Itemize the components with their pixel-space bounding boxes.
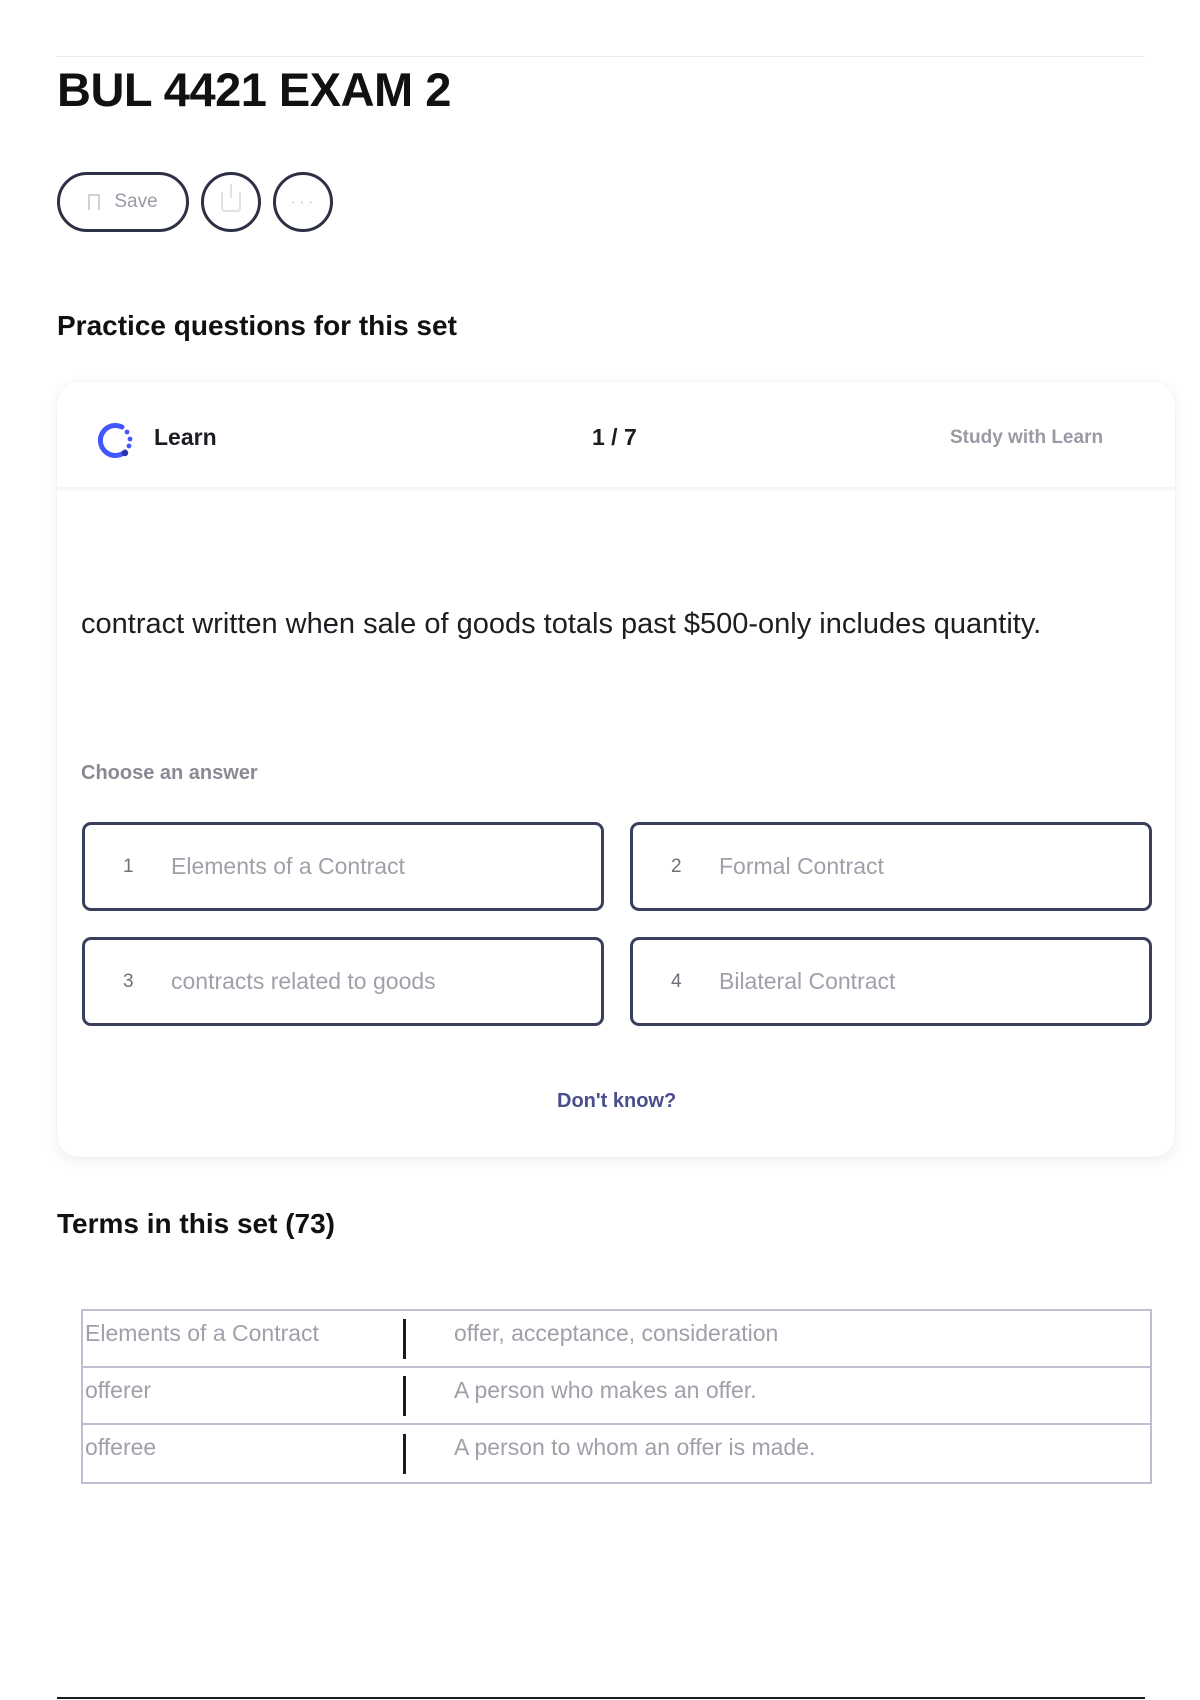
terms-heading: Terms in this set (73)	[57, 1208, 336, 1239]
answer-option-2[interactable]: 2 Formal Contract	[630, 822, 1152, 911]
answer-text: contracts related to goods	[171, 968, 436, 994]
more-options-button[interactable]: ···	[273, 172, 333, 232]
header-divider	[57, 487, 1175, 491]
dont-know-button[interactable]: Don't know?	[557, 1090, 676, 1113]
term-definition: A person to whom an offer is made.	[454, 1434, 816, 1460]
answer-number: 2	[671, 855, 682, 877]
more-icon: ···	[290, 191, 316, 213]
answer-number: 4	[671, 970, 682, 992]
term-word: offeree	[85, 1434, 157, 1460]
terms-table: Elements of a Contract offer, acceptance…	[81, 1309, 1152, 1484]
answer-option-1[interactable]: 1 Elements of a Contract	[82, 822, 604, 911]
page-title: BUL 4421 EXAM 2	[57, 63, 451, 116]
practice-card: Learn 1 / 7 Study with Learn contract wr…	[57, 382, 1175, 1157]
share-icon	[221, 184, 241, 212]
answer-text: Bilateral Contract	[719, 968, 896, 994]
term-row: Elements of a Contract offer, acceptance…	[83, 1311, 1150, 1368]
answer-number: 3	[123, 970, 134, 992]
study-with-learn-link[interactable]: Study with Learn	[950, 427, 1103, 449]
term-definition: offer, acceptance, consideration	[454, 1320, 779, 1346]
term-word: Elements of a Contract	[85, 1320, 319, 1346]
answer-text: Elements of a Contract	[171, 853, 405, 879]
save-label: Save	[114, 191, 158, 212]
share-button[interactable]	[201, 172, 261, 232]
term-row: offerer A person who makes an offer.	[83, 1368, 1150, 1425]
answer-number: 1	[123, 855, 134, 877]
bookmark-icon	[88, 194, 101, 210]
card-header: Learn 1 / 7 Study with Learn	[57, 382, 1175, 492]
action-row: Save ···	[57, 172, 333, 232]
bottom-divider	[57, 1697, 1145, 1699]
answer-text: Formal Contract	[719, 853, 884, 879]
answer-option-4[interactable]: 4 Bilateral Contract	[630, 937, 1152, 1026]
save-button[interactable]: Save	[57, 172, 189, 232]
practice-heading: Practice questions for this set	[57, 310, 457, 341]
choose-answer-label: Choose an answer	[81, 762, 258, 784]
answer-option-3[interactable]: 3 contracts related to goods	[82, 937, 604, 1026]
learn-icon	[97, 422, 133, 458]
page: BUL 4421 EXAM 2 Save ··· Practice questi…	[0, 0, 1200, 1700]
question-text: contract written when sale of goods tota…	[81, 608, 1042, 640]
progress-counter: 1 / 7	[592, 424, 637, 450]
top-divider	[57, 56, 1145, 57]
term-row: offeree A person to whom an offer is mad…	[83, 1425, 1150, 1482]
term-word: offerer	[85, 1377, 152, 1403]
term-definition: A person who makes an offer.	[454, 1377, 757, 1403]
learn-mode-label: Learn	[154, 424, 217, 450]
